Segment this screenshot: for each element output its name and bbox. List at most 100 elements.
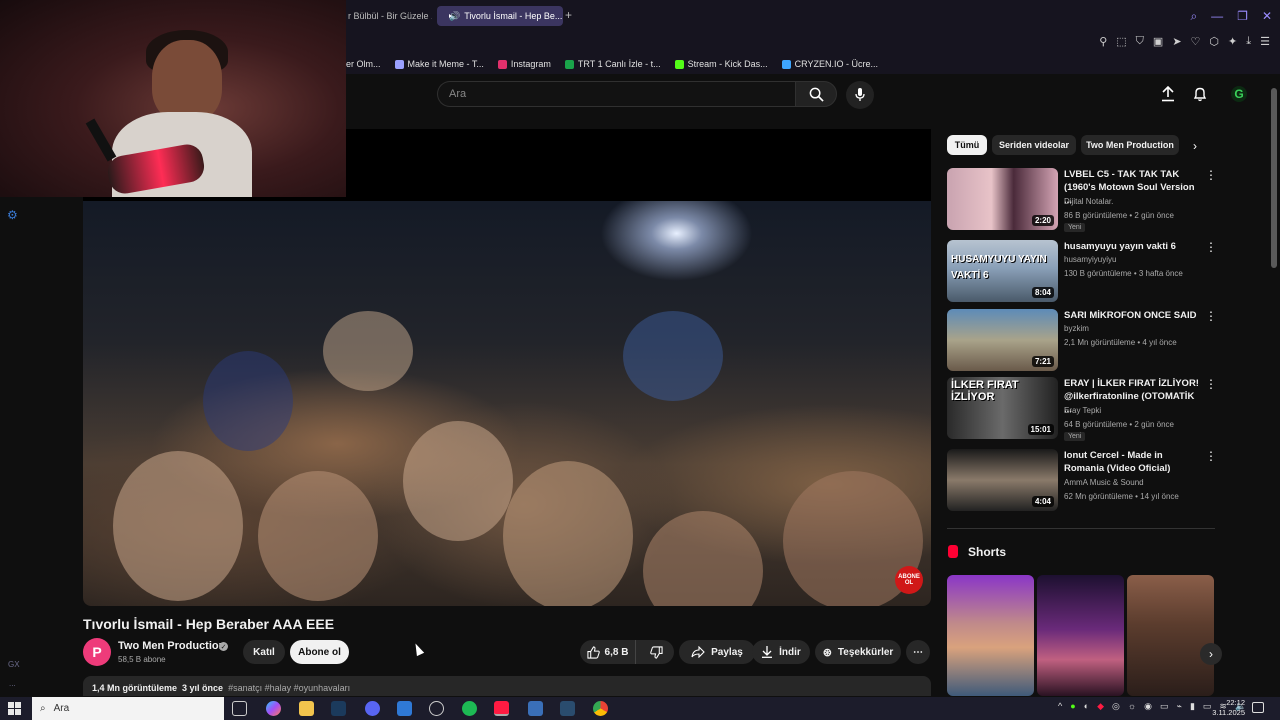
chevron-right-icon[interactable]: ›: [1193, 139, 1197, 153]
clock[interactable]: 22:12 3.11.2025: [1205, 698, 1245, 718]
recommendation-title[interactable]: SARI MİKROFON ONCE SAID: [1064, 309, 1201, 322]
task-view-icon[interactable]: [232, 701, 247, 716]
share-button[interactable]: Paylaş: [679, 640, 755, 664]
recommendation-channel[interactable]: AmmA Music & Sound: [1064, 478, 1144, 487]
more-options-icon[interactable]: ⋮: [1205, 449, 1217, 463]
browser-tab-active[interactable]: 🔊 Tivorlu İsmail - Hep Be...: [437, 6, 563, 26]
recommendation-channel[interactable]: Dijital Notalar.: [1064, 197, 1113, 206]
account-avatar[interactable]: G: [1231, 86, 1247, 102]
recommendation-channel[interactable]: husamyiyuyiyu: [1064, 255, 1116, 264]
discord-icon[interactable]: [365, 701, 380, 716]
tray-app-icon[interactable]: ◐: [1084, 701, 1089, 712]
more-options-icon[interactable]: ⋮: [1205, 240, 1217, 254]
thanks-button[interactable]: ⊛ Teşekkürler: [815, 640, 901, 664]
network-icon[interactable]: ▭: [1160, 701, 1169, 712]
bookmark-item[interactable]: Stream - Kick Das...: [674, 59, 768, 69]
page-scrollbar[interactable]: [1271, 78, 1277, 695]
send-icon[interactable]: ➤: [1172, 35, 1181, 48]
short-thumbnail[interactable]: [947, 575, 1034, 696]
video-thumbnail[interactable]: 4:04: [947, 449, 1058, 511]
app-icon[interactable]: [528, 701, 543, 716]
bookmark-item[interactable]: CRYZEN.IO - Ücre...: [781, 59, 878, 69]
close-icon[interactable]: ✕: [1262, 9, 1272, 24]
bookmark-item[interactable]: TRT 1 Canlı İzle - t...: [564, 59, 661, 69]
recommendation-card[interactable]: HUSAMYUYU YAYIN VAKTİ 6 8:04 husamyuyu yay…: [947, 240, 1217, 304]
puzzle-icon[interactable]: ✦: [1228, 35, 1237, 48]
settings-gear-icon[interactable]: ⚙: [7, 208, 18, 222]
video-thumbnail[interactable]: 7:21: [947, 309, 1058, 371]
video-thumbnail[interactable]: İLKER FIRAT İZLİYOR 15:01: [947, 377, 1058, 439]
download-icon[interactable]: ⤓: [1246, 35, 1251, 48]
recommendation-card[interactable]: 7:21 SARI MİKROFON ONCE SAID byzkim 2,1 Mn …: [947, 309, 1217, 373]
taskbar-search-input[interactable]: ⌕ Ara: [32, 697, 224, 720]
recommendation-card[interactable]: İLKER FIRAT İZLİYOR 15:01 ERAY | İLKER FIR…: [947, 377, 1217, 441]
chip-all[interactable]: Tümü: [947, 135, 987, 155]
search-button[interactable]: [795, 81, 837, 107]
recommendation-title[interactable]: husamyuyu yayın vakti 6: [1064, 240, 1201, 253]
sidebar-more-icon[interactable]: ...: [9, 679, 16, 688]
description-box[interactable]: 1,4 Mn görüntüleme 3 yıl önce #sanatçı #…: [83, 676, 931, 696]
windows-start-icon[interactable]: [8, 702, 21, 715]
recommendation-card[interactable]: 2:20 LVBEL C5 - TAK TAK TAK (1960's Motow…: [947, 168, 1217, 232]
tray-app-icon[interactable]: ◎: [1112, 701, 1120, 712]
bookmark-item[interactable]: er Olm...: [346, 59, 381, 69]
notifications-button[interactable]: [1192, 86, 1208, 105]
more-actions-icon[interactable]: ⋯: [906, 640, 930, 664]
more-options-icon[interactable]: ⋮: [1205, 168, 1217, 182]
channel-name[interactable]: Two Men Production: [118, 640, 225, 652]
join-button[interactable]: Katıl: [243, 640, 285, 664]
new-tab-icon[interactable]: +: [565, 8, 572, 22]
short-thumbnail[interactable]: [1037, 575, 1124, 696]
snapshot-icon[interactable]: ⬚: [1116, 35, 1126, 48]
cube-icon[interactable]: ⬡: [1209, 35, 1219, 48]
pin-icon[interactable]: ⚲: [1099, 35, 1107, 48]
mail-icon[interactable]: [397, 701, 412, 716]
hashtags[interactable]: #sanatçı #halay #oyunhavaları: [228, 683, 350, 693]
subscribe-watermark-badge[interactable]: ABONE OL: [895, 566, 923, 594]
minimize-icon[interactable]: —: [1211, 9, 1223, 24]
more-options-icon[interactable]: ⋮: [1205, 377, 1217, 391]
notification-center-icon[interactable]: [1252, 702, 1264, 713]
recommendation-channel[interactable]: byzkim: [1064, 324, 1089, 333]
bookmark-item[interactable]: Make it Meme - T...: [394, 59, 484, 69]
steam-tray-icon[interactable]: ◉: [1144, 701, 1152, 712]
heart-icon[interactable]: ♡: [1191, 35, 1201, 48]
mic-tray-icon[interactable]: ▮: [1190, 701, 1195, 712]
tray-app-icon[interactable]: ☼: [1128, 701, 1136, 712]
shorts-next-icon[interactable]: ›: [1200, 643, 1222, 665]
recommendation-channel[interactable]: Eray Tepki: [1064, 406, 1101, 415]
copilot-icon[interactable]: [266, 701, 281, 716]
chevron-up-icon[interactable]: ^: [1058, 701, 1062, 712]
recommendation-title[interactable]: Ionut Cercel - Made in Romania (Video Of…: [1064, 449, 1201, 475]
search-tabs-icon[interactable]: ⌕: [1190, 9, 1197, 24]
dislike-button[interactable]: [638, 640, 674, 664]
video-thumbnail[interactable]: HUSAMYUYU YAYIN VAKTİ 6 8:04: [947, 240, 1058, 302]
video-thumbnail[interactable]: 2:20: [947, 168, 1058, 230]
shield-icon[interactable]: ⛉: [1136, 35, 1144, 48]
like-button[interactable]: 6,8 B: [580, 640, 636, 664]
file-explorer-icon[interactable]: [299, 701, 314, 716]
voice-search-button[interactable]: [846, 81, 874, 109]
steam-icon[interactable]: [331, 701, 346, 716]
app-icon[interactable]: [429, 701, 444, 716]
opera-gx-icon[interactable]: [494, 701, 509, 716]
steam-icon[interactable]: [560, 701, 575, 716]
short-thumbnail[interactable]: [1127, 575, 1214, 696]
chrome-icon[interactable]: [593, 701, 608, 716]
restore-icon[interactable]: ❐: [1237, 9, 1248, 24]
chip-series[interactable]: Seriden videolar: [992, 135, 1076, 155]
search-input[interactable]: Ara: [437, 81, 795, 107]
tray-app-icon[interactable]: ●: [1070, 701, 1075, 712]
chip-channel[interactable]: Two Men Production: [1081, 135, 1179, 155]
browser-tab[interactable]: r Bülbül - Bir Güzele ...: [340, 6, 432, 26]
vpn-icon[interactable]: ▣: [1153, 35, 1163, 48]
menu-icon[interactable]: ☰: [1260, 35, 1270, 48]
channel-avatar[interactable]: P: [83, 638, 111, 666]
more-options-icon[interactable]: ⋮: [1205, 309, 1217, 323]
upload-button[interactable]: [1160, 85, 1176, 105]
subscribe-button[interactable]: Abone ol: [290, 640, 349, 664]
scroll-thumb[interactable]: [1271, 88, 1277, 268]
recommendation-card[interactable]: 4:04 Ionut Cercel - Made in Romania (Vide…: [947, 449, 1217, 513]
usb-icon[interactable]: ⌁: [1177, 701, 1182, 712]
tray-app-icon[interactable]: ◆: [1097, 701, 1104, 712]
